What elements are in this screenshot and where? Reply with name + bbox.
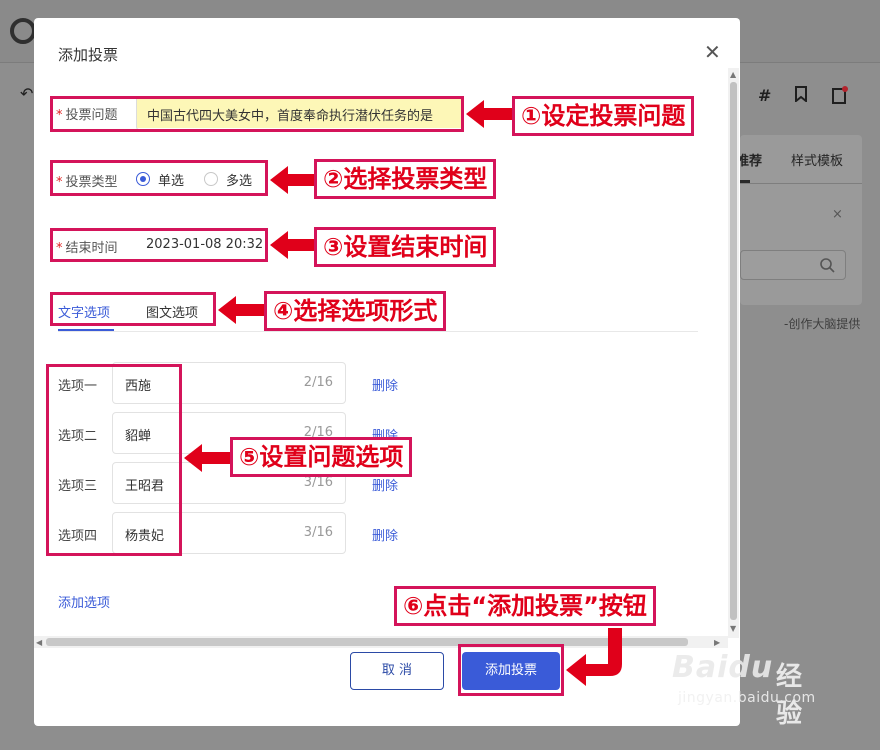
annotation-3: ③设置结束时间 [314, 227, 497, 267]
arrow-6 [566, 628, 622, 686]
annotation-arrows [184, 100, 622, 686]
arrow-1 [466, 100, 514, 128]
annotation-4: ④选择选项形式 [264, 291, 447, 331]
arrow-4 [218, 296, 266, 324]
annotation-6: ⑥点击“添加投票”按钮 [394, 586, 656, 626]
arrow-5 [184, 444, 230, 472]
watermark-url: jingyan.baidu.com [678, 690, 816, 706]
arrow-2 [270, 166, 316, 194]
arrow-3 [270, 231, 316, 259]
annotation-1: ①设定投票问题 [512, 96, 695, 136]
baidu-watermark: Baidu 经验 jingyan.baidu.com [672, 650, 815, 729]
annotation-5: ⑤设置问题选项 [230, 437, 413, 477]
watermark-brand: Baidu [672, 650, 774, 685]
annotation-2: ②选择投票类型 [314, 159, 497, 199]
